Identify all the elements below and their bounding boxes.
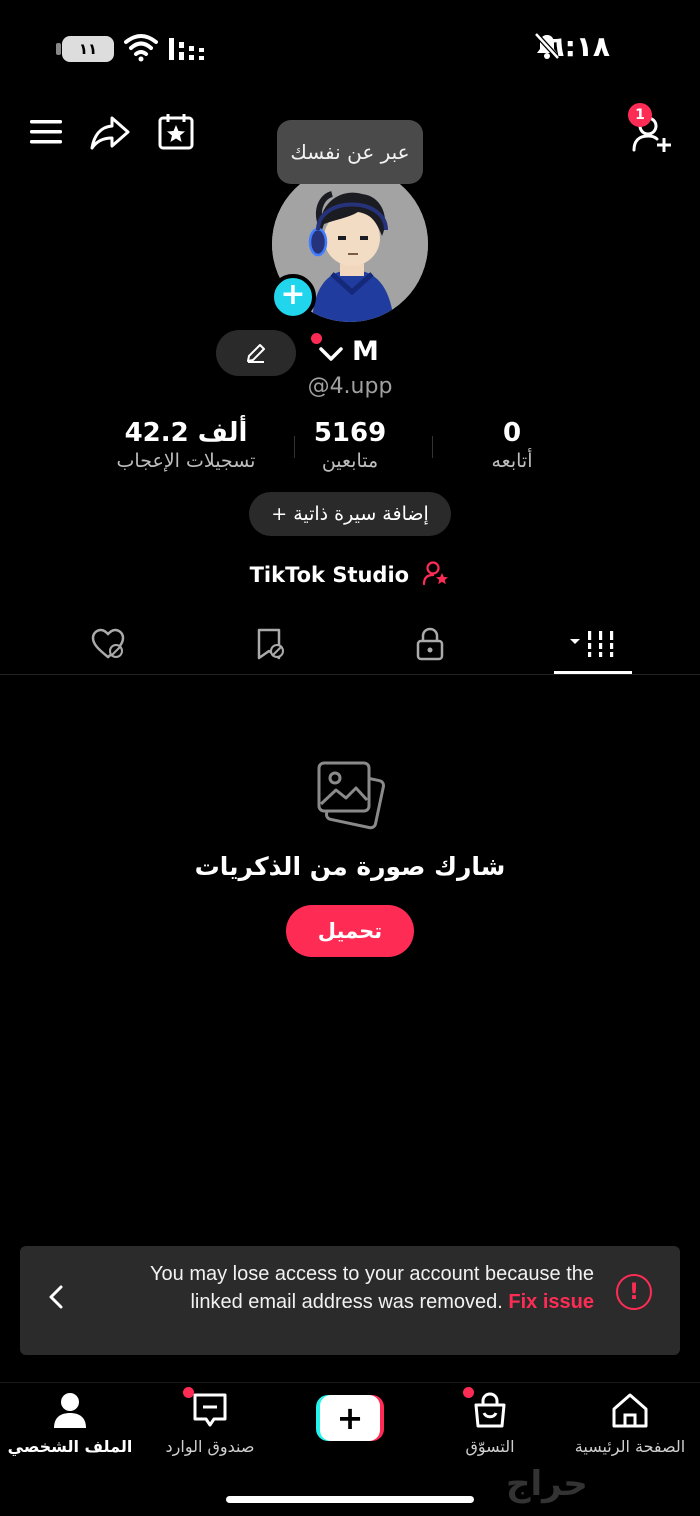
nav-shop-label: التسوّق	[465, 1437, 515, 1456]
tabs-divider	[0, 674, 700, 675]
watermark: حراج	[506, 1464, 588, 1504]
videos-grid-icon	[570, 631, 616, 657]
tab-private[interactable]	[400, 622, 460, 666]
nav-inbox-label: صندوق الوارد	[165, 1437, 255, 1456]
upload-button[interactable]: تحميل	[286, 905, 414, 957]
signal-icon	[169, 38, 204, 60]
inbox-notification-dot	[183, 1387, 194, 1398]
add-photo-button[interactable]: +	[270, 274, 316, 320]
nav-inbox[interactable]: صندوق الوارد	[140, 1391, 280, 1456]
notification-badge: 1	[628, 103, 652, 127]
profile-name[interactable]: M	[352, 336, 379, 367]
studio-user-star-icon	[423, 561, 449, 586]
stat-likes[interactable]: 42.2 ألف تسجيلات الإعجاب	[86, 418, 286, 472]
likes-label: تسجيلات الإعجاب	[116, 450, 256, 472]
inbox-icon	[193, 1393, 227, 1427]
name-red-dot	[311, 333, 322, 344]
liked-hidden-icon	[91, 628, 125, 659]
create-button[interactable]: +	[316, 1395, 384, 1441]
calendar-star-icon[interactable]	[154, 110, 198, 154]
shop-notification-dot	[463, 1387, 474, 1398]
bookmark-hidden-icon	[257, 628, 284, 660]
tiktok-studio-link[interactable]: TikTok Studio	[0, 560, 700, 587]
status-time: ٦:١٨	[547, 30, 610, 63]
share-icon[interactable]	[88, 110, 132, 154]
tab-favorites[interactable]	[240, 622, 300, 666]
fix-issue-link[interactable]: Fix issue	[508, 1291, 594, 1313]
battery-icon: ١١	[56, 36, 114, 62]
tooltip-express-yourself: عبر عن نفسك	[277, 120, 423, 184]
hamburger-menu-icon[interactable]	[26, 110, 70, 154]
studio-label: TikTok Studio	[249, 563, 410, 587]
tab-videos[interactable]	[560, 622, 626, 666]
home-indicator[interactable]	[226, 1496, 474, 1503]
banner-message: You may lose access to your account beca…	[94, 1260, 594, 1316]
wifi-icon	[124, 34, 158, 62]
nav-shop[interactable]: التسوّق	[420, 1391, 560, 1456]
create-plus-icon: +	[320, 1395, 380, 1441]
lock-icon	[416, 627, 444, 661]
tab-liked[interactable]	[78, 622, 138, 666]
active-tab-indicator	[554, 671, 632, 674]
empty-state-title: شارك صورة من الذكريات	[194, 852, 506, 881]
warning-icon: !	[616, 1274, 652, 1310]
nav-profile-label: الملف الشخصي	[7, 1437, 133, 1456]
nav-profile[interactable]: الملف الشخصي	[0, 1391, 140, 1456]
add-bio-label: + إضافة سيرة ذاتية	[271, 503, 429, 525]
email-warning-banner[interactable]: You may lose access to your account beca…	[20, 1246, 680, 1355]
edit-profile-button[interactable]	[216, 330, 296, 376]
home-icon	[612, 1393, 648, 1428]
status-bar: ١١ ٦:١٨	[0, 28, 700, 68]
pencil-icon	[247, 344, 265, 363]
chevron-left-icon[interactable]	[46, 1284, 66, 1310]
photos-icon	[317, 761, 386, 830]
likes-count: 42.2 ألف	[124, 418, 248, 448]
nav-home-label: الصفحة الرئيسية	[574, 1437, 686, 1456]
profile-icon	[54, 1393, 86, 1428]
shop-bag-icon	[474, 1392, 506, 1428]
add-bio-button[interactable]: + إضافة سيرة ذاتية	[249, 492, 451, 536]
chevron-down-icon[interactable]	[318, 344, 344, 364]
stats-divider	[294, 436, 295, 458]
username: @4.upp	[307, 374, 393, 399]
nav-home[interactable]: الصفحة الرئيسية	[560, 1391, 700, 1456]
upload-label: تحميل	[317, 919, 383, 943]
